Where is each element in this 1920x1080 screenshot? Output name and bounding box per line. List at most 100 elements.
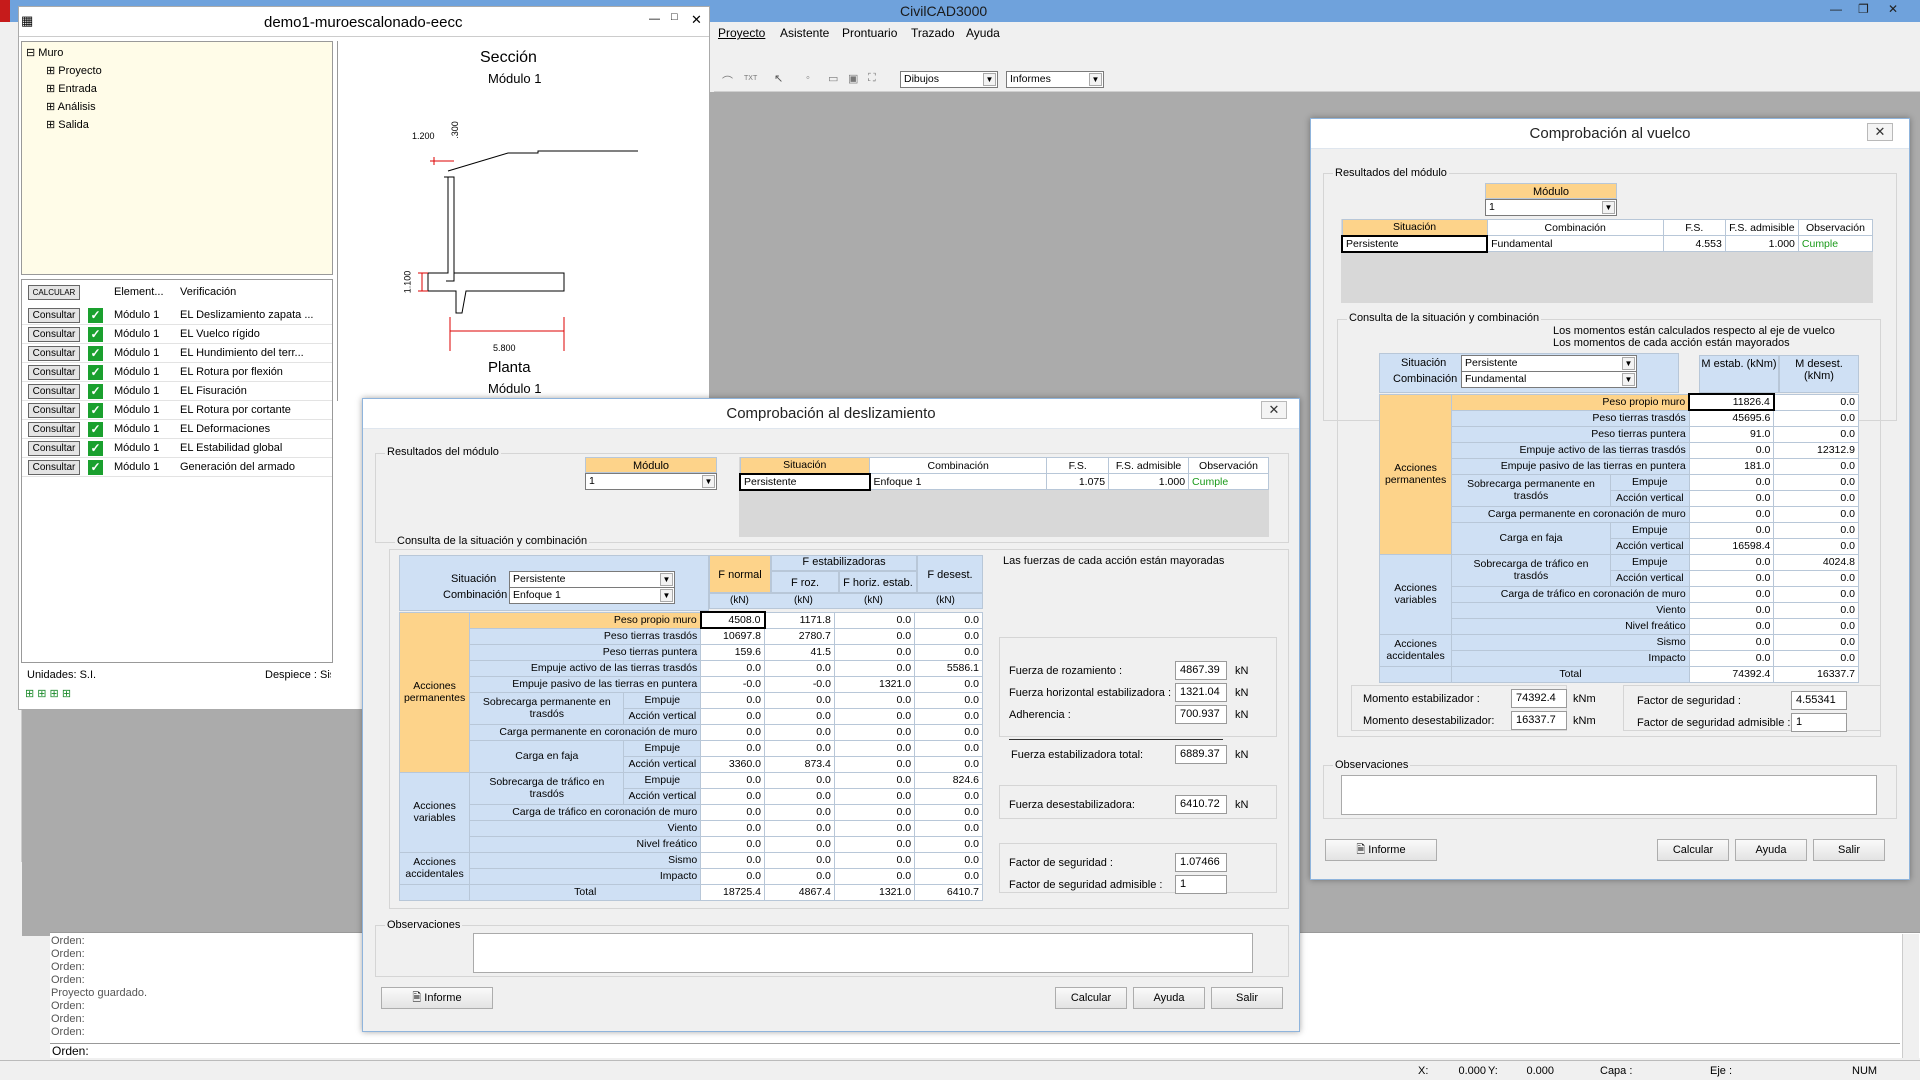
desl-fs-field[interactable]: 1.07466 [1175,853,1227,872]
table-row[interactable]: Acciones variables Sobrecarga de tráfico … [1378,553,1859,635]
layers-icon[interactable]: ▣ [848,72,858,85]
value-cell[interactable]: 0.0 [764,739,835,757]
value-cell[interactable]: 0.0 [700,787,765,805]
f-horiz-field[interactable]: 1321.04 [1175,683,1227,702]
informes-select[interactable]: Informes ▼ [1006,71,1104,88]
value-cell[interactable]: 11826.4 [1688,393,1775,411]
table-row[interactable]: Carga de tráfico en coronación de muro 0.… [1380,585,1859,603]
tree-item-salida[interactable]: ⊞ Salida [46,118,89,131]
value-cell[interactable]: 159.6 [700,643,765,661]
dibujos-select[interactable]: Dibujos ▼ [900,71,998,88]
value-cell[interactable]: 41.5 [764,643,835,661]
consultar-button[interactable]: Consultar [28,365,80,380]
value-cell[interactable]: 16337.7 [1773,665,1859,683]
value-cell[interactable]: 0.0 [833,755,916,773]
zoom-extents-icon[interactable]: ⛶ [868,72,876,85]
desl-ayuda-button[interactable]: Ayuda [1133,987,1205,1009]
verification-row[interactable]: Consultar ✓ Módulo 1 EL Deformaciones [22,420,332,439]
value-cell[interactable]: 0.0 [1688,649,1775,667]
table-row[interactable]: Nivel freático 0.0 0.0 0.0 0.0 [400,835,983,853]
value-cell[interactable]: 0.0 [1773,521,1859,539]
value-cell[interactable]: 0.0 [914,643,983,661]
value-cell[interactable]: 0.0 [764,771,835,789]
value-cell[interactable]: 0.0 [1773,425,1859,443]
table-row[interactable]: Empuje pasivo de las tierras en puntera -… [400,675,983,693]
table-row[interactable]: Acciones permanentes Peso propio muro 1182… [1378,393,1859,555]
verification-row[interactable]: Consultar ✓ Módulo 1 EL Fisuración [22,382,332,401]
value-cell[interactable]: 0.0 [1773,473,1859,491]
value-cell[interactable]: 4508.0 [699,611,766,629]
value-cell[interactable]: 0.0 [764,851,835,869]
value-cell[interactable]: 0.0 [914,723,983,741]
desl-informe-button[interactable]: 🗎 Informe [381,987,493,1009]
value-cell[interactable]: 0.0 [914,627,983,645]
value-cell[interactable]: 0.0 [1688,505,1775,523]
tool-icon[interactable]: ⊞ ⊞ ⊞ ⊞ [25,688,71,700]
value-cell[interactable]: 0.0 [700,723,765,741]
table-row[interactable]: Peso tierras trasdós 10697.8 2780.7 0.0 0.0 [400,627,983,645]
value-cell[interactable]: 0.0 [833,611,916,629]
restore-icon[interactable]: ❐ [1858,2,1869,16]
value-cell[interactable]: 0.0 [764,691,835,709]
consultar-button[interactable]: Consultar [28,422,80,437]
consultar-button[interactable]: Consultar [28,460,80,475]
value-cell[interactable]: 824.6 [914,771,983,789]
value-cell[interactable]: 0.0 [700,835,765,853]
value-cell[interactable]: 0.0 [833,771,916,789]
value-cell[interactable]: 0.0 [914,835,983,853]
value-cell[interactable]: 0.0 [1773,617,1859,635]
table-row[interactable]: Empuje activo de las tierras trasdós 0.0 0… [400,659,983,677]
value-cell[interactable]: 3360.0 [700,755,765,773]
table-row[interactable]: Sobrecarga permanente en trasdós Empuje 0.… [1380,473,1859,507]
value-cell[interactable]: -0.0 [700,675,765,693]
consultar-button[interactable]: Consultar [28,327,80,342]
vuelco-informe-button[interactable]: 🗎 Informe [1325,839,1437,861]
value-cell[interactable]: 0.0 [833,691,916,709]
value-cell[interactable]: 0.0 [833,627,916,645]
desl-modulo-select[interactable]: 1 ▼ [585,473,717,490]
value-cell[interactable]: 0.0 [914,851,983,869]
value-cell[interactable]: 0.0 [914,611,983,629]
consultar-button[interactable]: Consultar [28,346,80,361]
vuelco-ayuda-button[interactable]: Ayuda [1735,839,1807,861]
value-cell[interactable]: 0.0 [764,723,835,741]
value-cell[interactable]: 45695.6 [1688,409,1775,427]
doc-close-icon[interactable]: ✕ [691,12,702,28]
vuelco-close-button[interactable]: ✕ [1867,123,1893,141]
mom-des-field[interactable]: 16337.7 [1511,711,1567,730]
desl-combinacion-select[interactable]: Enfoque 1 ▼ [509,587,675,604]
app-window-controls[interactable]: — ❐ ✕ [1826,2,1916,18]
value-cell[interactable]: 0.0 [700,819,765,837]
value-cell[interactable]: 0.0 [914,691,983,709]
adh-field[interactable]: 700.937 [1175,705,1227,724]
value-cell[interactable]: 0.0 [1773,409,1859,427]
f-tot-field[interactable]: 6889.37 [1175,745,1227,764]
tree-item-proyecto[interactable]: ⊞ Proyecto [46,64,102,77]
point-icon[interactable]: ◦ [806,72,810,84]
desl-result-row[interactable]: Persistente Enfoque 1 1.075 1.000 Cumple [739,472,1269,491]
consultar-button[interactable]: Consultar [28,308,80,323]
consultar-button[interactable]: Consultar [28,403,80,418]
value-cell[interactable]: 0.0 [1688,617,1775,635]
table-row[interactable]: Carga de tráfico en coronación de muro 0.… [400,803,983,821]
table-row[interactable]: Viento 0.0 0.0 [1380,601,1859,619]
table-row[interactable]: Acciones permanentes Peso propio muro 4508… [398,611,983,773]
table-row[interactable]: Impacto 0.0 0.0 0.0 0.0 [400,867,983,885]
table-row[interactable]: Carga en faja Empuje 0.0 0.0 [1380,521,1859,555]
vuelco-obs-textarea[interactable] [1341,775,1877,815]
table-row[interactable]: Carga permanente en coronación de muro 0.… [1380,505,1859,523]
value-cell[interactable]: 0.0 [914,755,983,773]
value-cell[interactable]: 18725.4 [700,883,765,901]
value-cell[interactable]: 1321.0 [833,675,916,693]
vuelco-fs-field[interactable]: 4.55341 [1791,691,1847,710]
mom-est-field[interactable]: 74392.4 [1511,689,1567,708]
value-cell[interactable]: 0.0 [914,803,983,821]
f-roz-field[interactable]: 4867.39 [1175,661,1227,680]
tree-item-analisis[interactable]: ⊞ Análisis [46,100,96,113]
value-cell[interactable]: 0.0 [1773,633,1859,651]
vuelco-modulo-select[interactable]: 1 ▼ [1485,199,1617,216]
value-cell[interactable]: 0.0 [700,691,765,709]
value-cell[interactable]: 0.0 [1773,585,1859,603]
desl-fsa-field[interactable]: 1 [1175,875,1227,894]
value-cell[interactable]: 0.0 [700,707,765,725]
